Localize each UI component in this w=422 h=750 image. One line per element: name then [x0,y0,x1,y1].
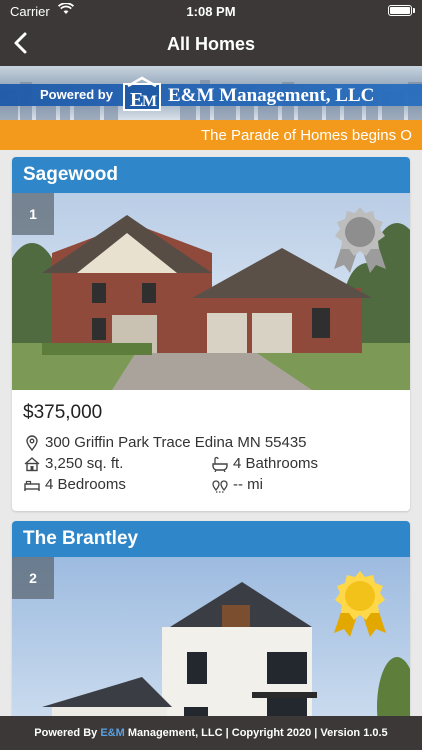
ticker-text: The Parade of Homes begins O [201,127,412,144]
home-photo: 2 [12,557,410,716]
battery-icon [388,5,412,16]
banner-powered-by: Powered by [40,87,113,102]
home-name: The Brantley [12,521,410,557]
map-pins-icon [212,479,228,493]
back-button[interactable] [10,30,34,56]
chevron-left-icon [14,32,27,54]
home-distance: -- mi [233,476,263,493]
home-stats: 3,250 sq. ft. 4 Bathrooms 4 Bedrooms -- … [23,453,399,495]
home-address: 300 Griffin Park Trace Edina MN 55435 [45,434,307,451]
home-card[interactable]: Sagewood 1 $375,000 300 Griffin Park Tra… [12,157,410,511]
banner-company-name: E&M Management, LLC [168,85,375,106]
address-row: 300 Griffin Park Trace Edina MN 55435 [23,432,399,453]
silver-award-icon [334,207,386,273]
footer-brand: E&M [100,727,125,739]
announcement-ticker: The Parade of Homes begins O [0,120,422,150]
rank-badge: 1 [12,193,54,235]
homes-list[interactable]: Sagewood 1 $375,000 300 Griffin Park Tra… [0,150,422,716]
home-bedrooms: 4 Bedrooms [45,476,126,493]
page-title: All Homes [166,34,256,54]
bed-icon [24,480,40,491]
battery-tip [413,8,415,13]
sponsor-banner[interactable]: Powered by E M E&M Management, LLC [0,66,422,120]
home-details: $375,000 300 Griffin Park Trace Edina MN… [12,390,410,505]
sqft-row: 3,250 sq. ft. [23,453,211,474]
location-pin-icon [26,434,38,451]
top-bar: Carrier 1:08 PM All Homes [0,0,422,66]
footer-prefix: Powered By [34,727,101,739]
home-sqft: 3,250 sq. ft. [45,455,124,472]
home-photo: 1 [12,193,410,390]
home-card[interactable]: The Brantley 2 [12,521,410,716]
rank-badge: 2 [12,557,54,599]
home-name: Sagewood [12,157,410,193]
footer-suffix: Management, LLC | Copyright 2020 | Versi… [124,727,388,739]
home-bathrooms: 4 Bathrooms [233,455,319,472]
status-time: 1:08 PM [186,4,236,19]
house-icon [24,456,40,471]
bathtub-icon [212,456,228,472]
home-price: $375,000 [23,402,103,423]
gold-award-icon [334,571,386,637]
navigation-bar: All Homes [0,22,422,66]
bed-row: 4 Bedrooms [23,474,211,495]
footer-bar: Powered By E&M Management, LLC | Copyrig… [0,716,422,750]
svg-text:M: M [142,93,157,110]
company-logo-icon: E M [123,76,161,111]
distance-row: -- mi [211,474,399,495]
status-bar: Carrier 1:08 PM [0,0,422,22]
bath-row: 4 Bathrooms [211,453,399,474]
